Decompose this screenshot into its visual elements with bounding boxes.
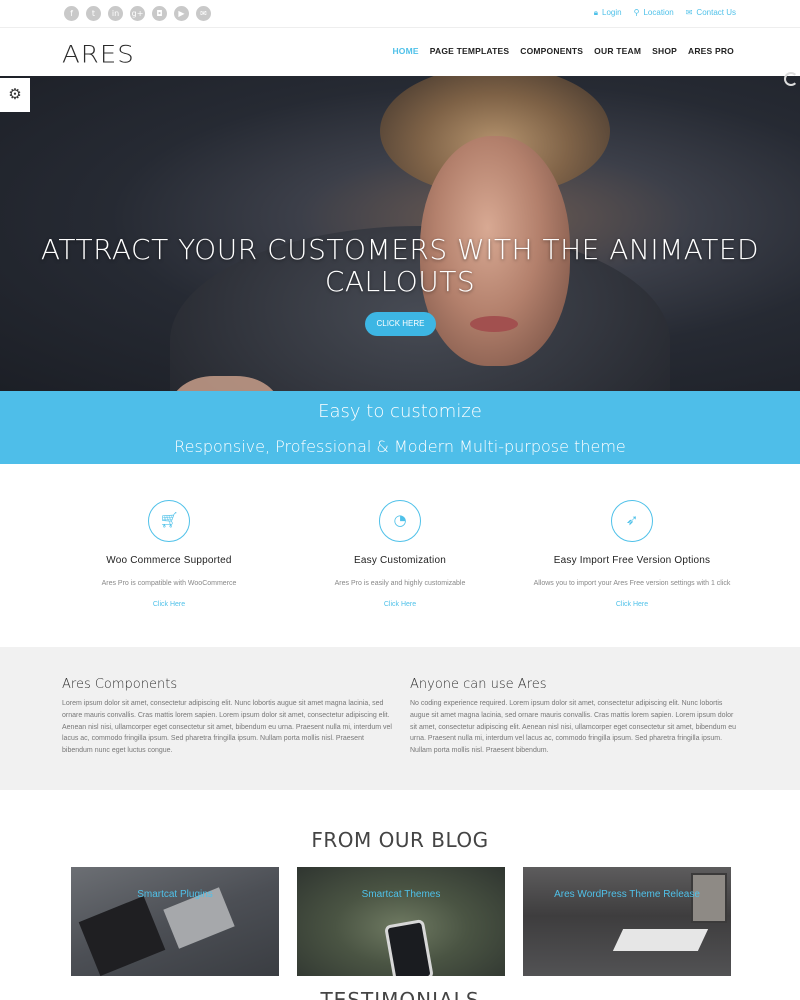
info-section: Ares Components Lorem ipsum dolor sit am… bbox=[0, 647, 800, 790]
info-heading: Anyone can use Ares bbox=[410, 677, 547, 692]
feature-title: Easy Import Free Version Options bbox=[553, 555, 711, 566]
top-links: 🔒︎ Login ⚲ Location ✉ Contact Us bbox=[594, 8, 736, 18]
feature-link[interactable]: Click Here bbox=[39, 601, 299, 608]
hero-banner: ATTRACT YOUR CUSTOMERS WITH THE ANIMATED… bbox=[0, 76, 800, 391]
facebook-icon[interactable]: f bbox=[64, 6, 79, 21]
site-header: ARES HOME PAGE TEMPLATES COMPONENTS OUR … bbox=[0, 28, 800, 76]
instagram-icon[interactable]: ◘ bbox=[152, 6, 167, 21]
top-bar: f t in g+ ◘ ▶ ✉ 🔒︎ Login ⚲ Location ✉ Conta… bbox=[0, 0, 800, 28]
site-logo[interactable]: ARES bbox=[62, 41, 135, 69]
feature-title: Easy Customization bbox=[354, 555, 446, 566]
blog-post-card[interactable]: Ares WordPress Theme Release bbox=[523, 867, 731, 976]
feature-link[interactable]: Click Here bbox=[270, 601, 530, 608]
testimonials-section-title: TESTIMONIALS bbox=[320, 988, 480, 1000]
nav-item-shop[interactable]: SHOP bbox=[652, 46, 677, 56]
lock-icon: 🔒︎ bbox=[593, 8, 599, 17]
post-image bbox=[612, 929, 709, 951]
tagline-band: Easy to customize Responsive, Profession… bbox=[0, 391, 800, 464]
dashboard-icon: ◔ bbox=[379, 500, 421, 542]
blog-post-card[interactable]: Smartcat Themes bbox=[297, 867, 505, 976]
tagline-secondary: Responsive, Professional & Modern Multi-… bbox=[174, 437, 626, 456]
blog-post-title[interactable]: Smartcat Plugins bbox=[71, 889, 279, 900]
info-text: No coding experience required. Lorem ips… bbox=[410, 700, 737, 755]
blog-section-title: FROM OUR BLOG bbox=[311, 828, 489, 852]
feature-customization: ◔ Easy Customization Ares Pro is easily … bbox=[270, 464, 530, 608]
tagline-primary: Easy to customize bbox=[318, 401, 482, 422]
info-column-components: Ares Components Lorem ipsum dolor sit am… bbox=[62, 677, 392, 757]
envelope-icon: ✉ bbox=[685, 8, 693, 17]
rocket-icon: ➶ bbox=[611, 500, 653, 542]
location-link[interactable]: ⚲ Location bbox=[634, 8, 674, 18]
feature-title: Woo Commerce Supported bbox=[106, 555, 232, 566]
feature-woocommerce: 🛒︎ Woo Commerce Supported Ares Pro is co… bbox=[39, 464, 299, 608]
blog-post-title[interactable]: Smartcat Themes bbox=[297, 889, 505, 900]
nav-item-page-templates[interactable]: PAGE TEMPLATES bbox=[430, 46, 509, 56]
info-column-anyone: Anyone can use Ares No coding experience… bbox=[410, 677, 740, 757]
contact-link[interactable]: ✉ Contact Us bbox=[686, 8, 736, 18]
location-label: Location bbox=[643, 8, 674, 17]
features-section: 🛒︎ Woo Commerce Supported Ares Pro is co… bbox=[0, 464, 800, 647]
feature-link[interactable]: Click Here bbox=[502, 601, 762, 608]
loading-spinner-icon bbox=[784, 72, 798, 86]
blog-post-card[interactable]: Smartcat Plugins bbox=[71, 867, 279, 976]
post-image bbox=[78, 896, 166, 976]
login-label: Login bbox=[602, 8, 622, 17]
twitter-icon[interactable]: t bbox=[86, 6, 101, 21]
shopping-cart-icon: 🛒︎ bbox=[148, 500, 190, 542]
info-heading: Ares Components bbox=[62, 677, 178, 692]
linkedin-icon[interactable]: in bbox=[108, 6, 123, 21]
google-plus-icon[interactable]: g+ bbox=[130, 6, 145, 21]
email-icon[interactable]: ✉ bbox=[196, 6, 211, 21]
nav-item-our-team[interactable]: OUR TEAM bbox=[594, 46, 641, 56]
feature-description: Ares Pro is compatible with WooCommerce bbox=[101, 580, 237, 587]
hero-title: ATTRACT YOUR CUSTOMERS WITH THE ANIMATED… bbox=[40, 233, 760, 298]
main-nav: HOME PAGE TEMPLATES COMPONENTS OUR TEAM … bbox=[392, 46, 734, 56]
settings-gear-icon[interactable]: ⚙ bbox=[0, 78, 30, 112]
nav-item-components[interactable]: COMPONENTS bbox=[520, 46, 583, 56]
feature-description: Allows you to import your Ares Free vers… bbox=[533, 580, 731, 587]
post-image bbox=[384, 918, 434, 976]
nav-item-home[interactable]: HOME bbox=[392, 46, 418, 56]
nav-item-ares-pro[interactable]: ARES PRO bbox=[688, 46, 734, 56]
youtube-icon[interactable]: ▶ bbox=[174, 6, 189, 21]
contact-label: Contact Us bbox=[696, 8, 736, 17]
social-links: f t in g+ ◘ ▶ ✉ bbox=[64, 6, 211, 21]
feature-import: ➶ Easy Import Free Version Options Allow… bbox=[502, 464, 762, 608]
feature-description: Ares Pro is easily and highly customizab… bbox=[334, 580, 466, 587]
hero-image-lips bbox=[470, 316, 518, 332]
login-link[interactable]: 🔒︎ Login bbox=[594, 8, 622, 18]
hero-cta-button[interactable]: CLICK HERE bbox=[365, 312, 436, 336]
location-pin-icon: ⚲ bbox=[633, 8, 640, 17]
blog-post-title[interactable]: Ares WordPress Theme Release bbox=[523, 889, 731, 900]
info-text: Lorem ipsum dolor sit amet, consectetur … bbox=[62, 700, 392, 755]
